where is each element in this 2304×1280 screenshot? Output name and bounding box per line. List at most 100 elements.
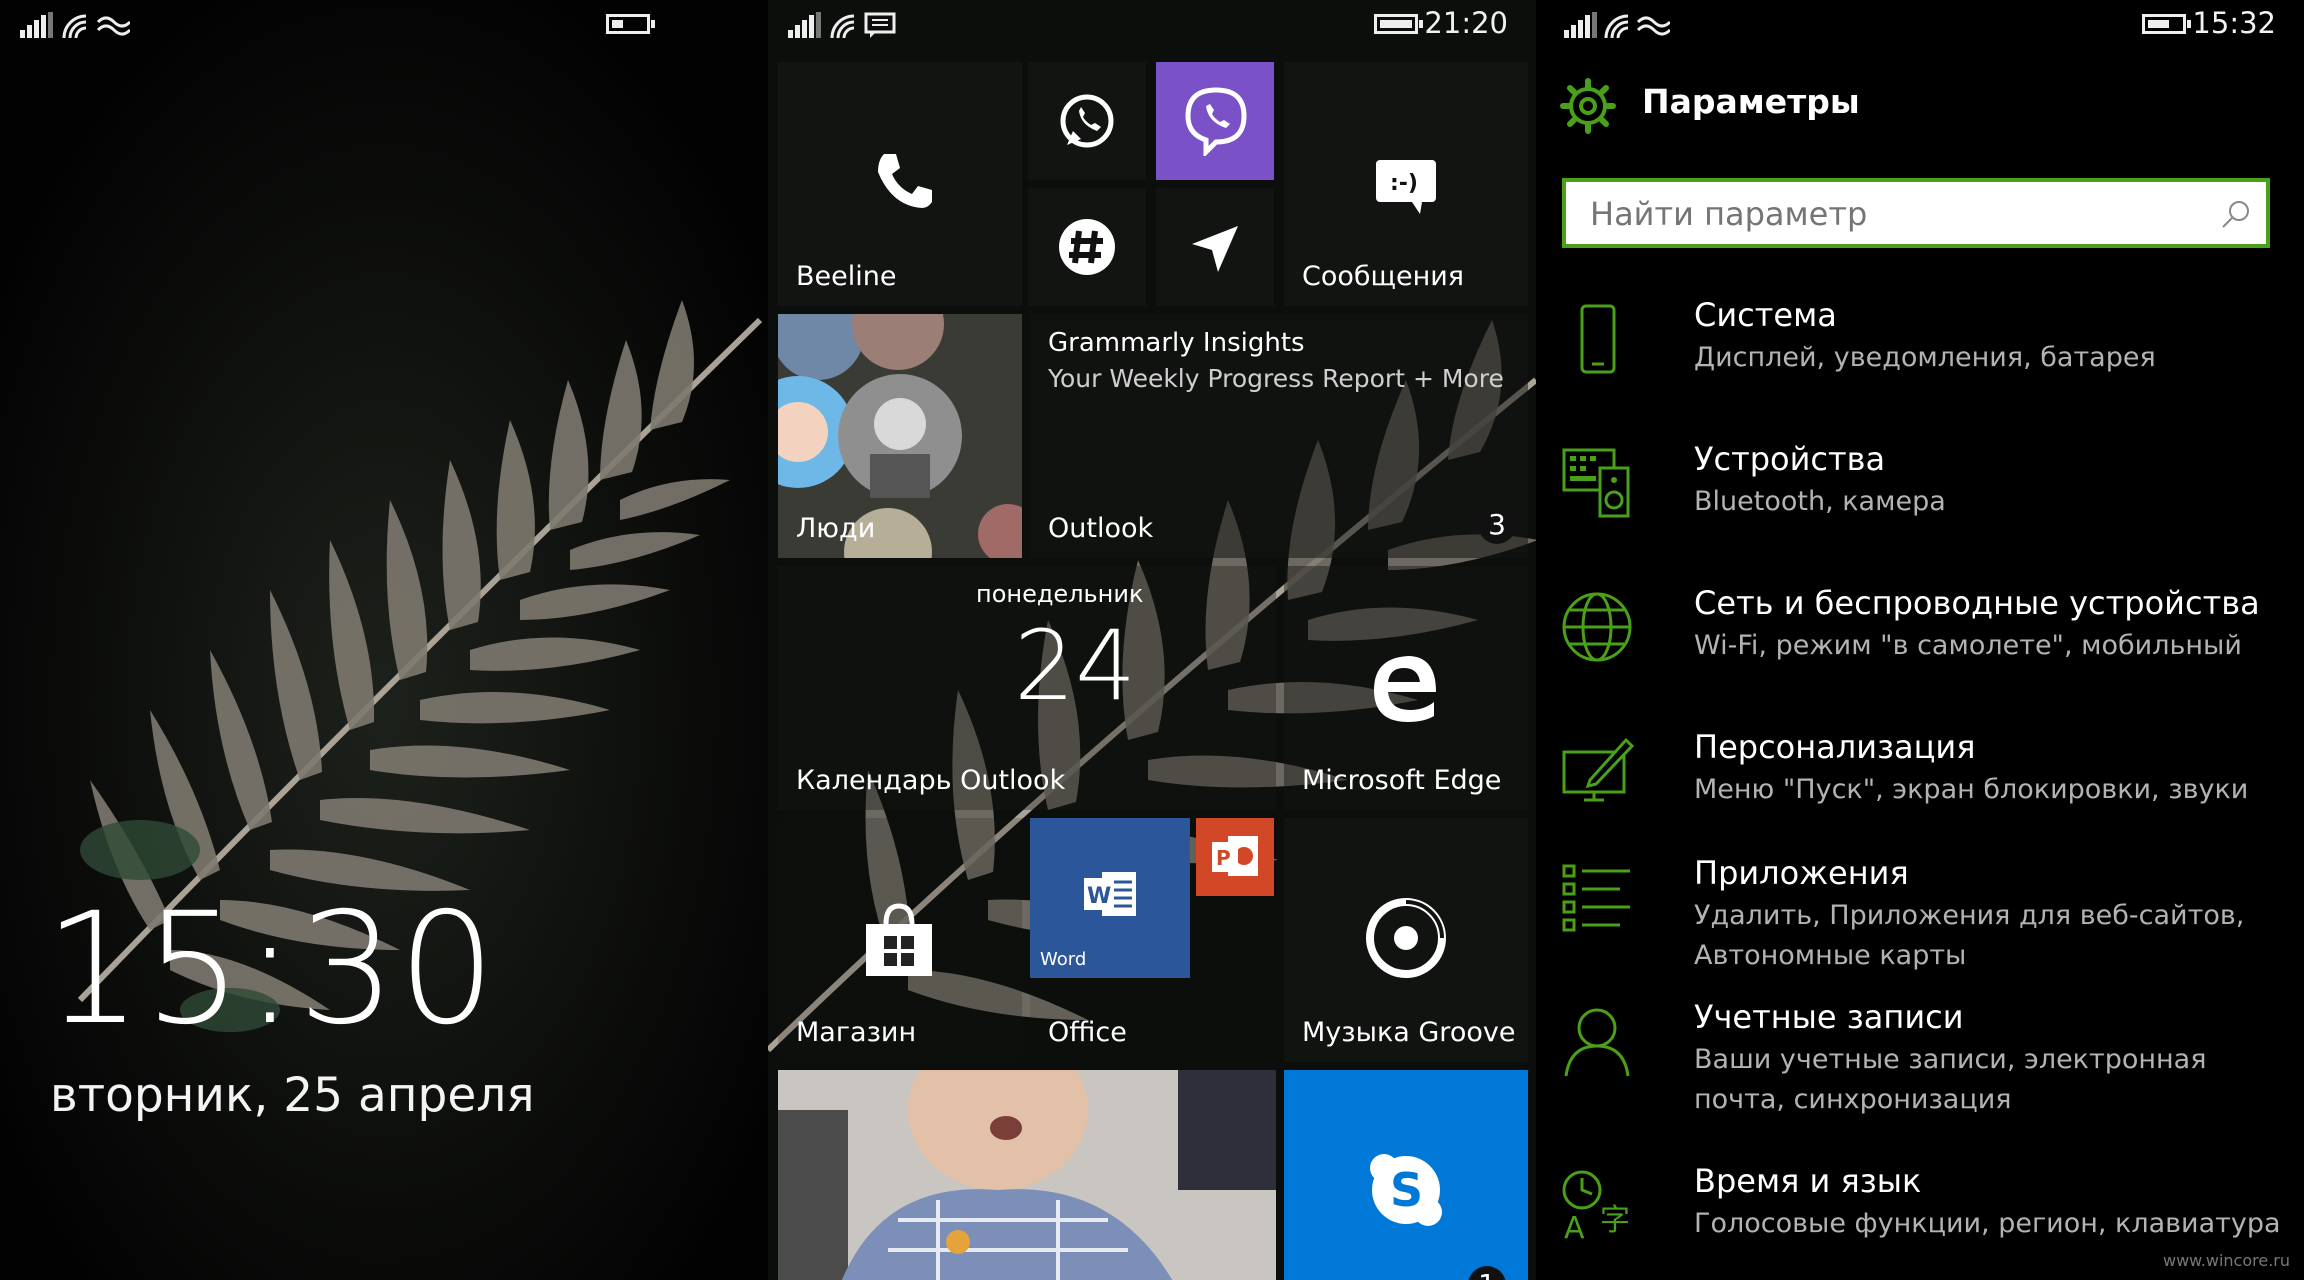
settings-item-title: Система — [1694, 296, 1837, 334]
tile-label: Календарь Outlook — [796, 765, 1066, 796]
store-bag-icon — [866, 903, 932, 976]
status-bar: 21:20 — [768, 0, 1536, 56]
wifi-icon — [830, 14, 855, 38]
phone-icon — [1580, 304, 1616, 374]
svg-text:A: A — [1564, 1211, 1585, 1242]
tile-label: Музыка Groove — [1302, 1017, 1516, 1048]
settings-item-subtitle: Bluetooth, камера — [1694, 486, 1946, 517]
tile-office[interactable]: W Word P Office — [1030, 818, 1274, 1062]
settings-item-accounts[interactable]: Учетные записи Ваши учетные записи, элек… — [1560, 998, 2280, 1128]
skype-icon: S — [1370, 1154, 1442, 1226]
wifi-icon — [62, 14, 87, 38]
time-language-icon: A字 — [1562, 1170, 1630, 1242]
devices-icon — [1562, 448, 1630, 518]
tile-label: Outlook — [1048, 513, 1154, 544]
settings-item-subtitle: Удалить, Приложения для веб-сайтов, Авто… — [1694, 900, 2245, 971]
tile-beeline[interactable]: Beeline — [778, 62, 1022, 306]
tile-edge[interactable]: Microsoft Edge — [1284, 566, 1528, 810]
settings-item-personalization[interactable]: Персонализация Меню "Пуск", экран блокир… — [1560, 728, 2280, 828]
tile-telegram[interactable] — [1156, 188, 1274, 306]
personalization-icon — [1562, 737, 1634, 802]
settings-item-subtitle: Голосовые функции, регион, клавиатура — [1694, 1208, 2281, 1239]
settings-item-apps[interactable]: Приложения Удалить, Приложения для веб-с… — [1560, 854, 2280, 984]
status-time: 21:20 — [1424, 6, 1508, 40]
settings-item-title: Учетные записи — [1694, 998, 1964, 1036]
lock-clock: 15:30 — [44, 880, 498, 1059]
unread-count-badge: 3 — [1478, 506, 1516, 544]
signal-icon — [1564, 12, 1597, 38]
settings-panel: 15:32 Параметры Система Дисплей, уведомл… — [1536, 0, 2304, 1280]
settings-item-system[interactable]: Система Дисплей, уведомления, батарея — [1560, 296, 2280, 396]
search-input[interactable] — [1588, 194, 2192, 234]
tile-store[interactable]: Магазин — [778, 818, 1022, 1062]
calendar-date: 24 — [1014, 610, 1137, 722]
status-time: 15:32 — [2192, 6, 2276, 40]
nfc-icon — [1636, 16, 1670, 36]
tile-whatsapp[interactable] — [1028, 62, 1146, 180]
search-box[interactable] — [1562, 178, 2270, 248]
status-bar — [0, 0, 768, 56]
nfc-icon — [96, 16, 130, 36]
tile-label: Сообщения — [1302, 261, 1465, 292]
account-icon — [1564, 1008, 1630, 1077]
tile-calendar[interactable]: понедельник 24 Календарь Outlook — [778, 566, 1276, 810]
edge-icon — [1374, 656, 1436, 722]
settings-item-title: Время и язык — [1694, 1162, 1922, 1200]
tile-viber[interactable] — [1156, 62, 1274, 180]
svg-text:S: S — [1390, 1163, 1423, 1217]
calendar-weekday: понедельник — [976, 580, 1144, 608]
tile-powerpoint[interactable]: P — [1196, 818, 1274, 896]
tile-label: Люди — [796, 513, 876, 544]
gear-icon — [1560, 78, 1616, 134]
tile-word[interactable]: W Word — [1030, 818, 1190, 978]
status-bar: 15:32 — [1536, 0, 2304, 56]
settings-item-title: Устройства — [1694, 440, 1886, 478]
skype-count-badge: 1 — [1468, 1266, 1506, 1280]
svg-text:W: W — [1087, 884, 1111, 909]
groove-music-icon — [1366, 898, 1446, 978]
settings-item-subtitle: Ваши учетные записи, электронная почта, … — [1694, 1044, 2207, 1115]
signal-icon — [788, 12, 821, 38]
settings-item-devices[interactable]: Устройства Bluetooth, камера — [1560, 440, 2280, 540]
search-icon[interactable] — [2220, 198, 2252, 230]
battery-icon — [606, 14, 655, 34]
message-smiley-icon: :-) — [1376, 160, 1436, 214]
send-arrow-icon — [1192, 226, 1238, 272]
child-photo — [778, 1070, 1276, 1280]
settings-item-subtitle: Меню "Пуск", экран блокировки, звуки — [1694, 774, 2249, 805]
powerpoint-icon: P — [1212, 836, 1258, 876]
settings-item-network[interactable]: Сеть и беспроводные устройства Wi-Fi, ре… — [1560, 584, 2280, 684]
settings-item-title: Приложения — [1694, 854, 1909, 892]
settings-item-title: Сеть и беспроводные устройства — [1694, 584, 2260, 622]
tile-groove[interactable]: Музыка Groove — [1284, 818, 1528, 1062]
tile-photos[interactable] — [778, 1070, 1276, 1280]
wifi-icon — [1604, 14, 1629, 38]
settings-item-time-language[interactable]: A字 Время и язык Голосовые функции, регио… — [1560, 1162, 2281, 1262]
tile-label: Microsoft Edge — [1302, 765, 1502, 796]
hashtag-icon — [1059, 219, 1115, 275]
lock-date: вторник, 25 апреля — [50, 1068, 535, 1123]
start-screen-panel: 21:20 Beeline :-) Сообщения Люди Grammar… — [768, 0, 1536, 1280]
mail-subject: Your Weekly Progress Report + More — [1048, 364, 1504, 393]
svg-text:P: P — [1216, 846, 1231, 870]
viber-icon — [1185, 87, 1247, 156]
word-label: Word — [1040, 949, 1087, 970]
tile-people[interactable]: Люди — [778, 314, 1022, 558]
watermark: www.wincore.ru — [2162, 1251, 2290, 1270]
tile-slack[interactable] — [1028, 188, 1146, 306]
svg-text:字: 字 — [1600, 1203, 1630, 1238]
battery-icon — [2142, 14, 2191, 34]
page-title: Параметры — [1642, 82, 1860, 121]
globe-icon — [1562, 592, 1632, 662]
battery-icon — [1374, 14, 1423, 34]
tile-messages[interactable]: :-) Сообщения — [1284, 62, 1528, 306]
settings-item-subtitle: Wi-Fi, режим "в самолете", мобильный — [1694, 630, 2242, 661]
lock-screen-panel: 15:30 вторник, 25 апреля — [0, 0, 768, 1280]
mail-sender: Grammarly Insights — [1048, 328, 1305, 358]
tile-outlook-mail[interactable]: Grammarly Insights Your Weekly Progress … — [1030, 314, 1528, 558]
settings-item-title: Персонализация — [1694, 728, 1976, 766]
signal-icon — [20, 12, 53, 38]
apps-list-icon — [1562, 864, 1630, 932]
tile-label: Магазин — [796, 1017, 917, 1048]
tile-skype[interactable]: S 1 — [1284, 1070, 1528, 1280]
